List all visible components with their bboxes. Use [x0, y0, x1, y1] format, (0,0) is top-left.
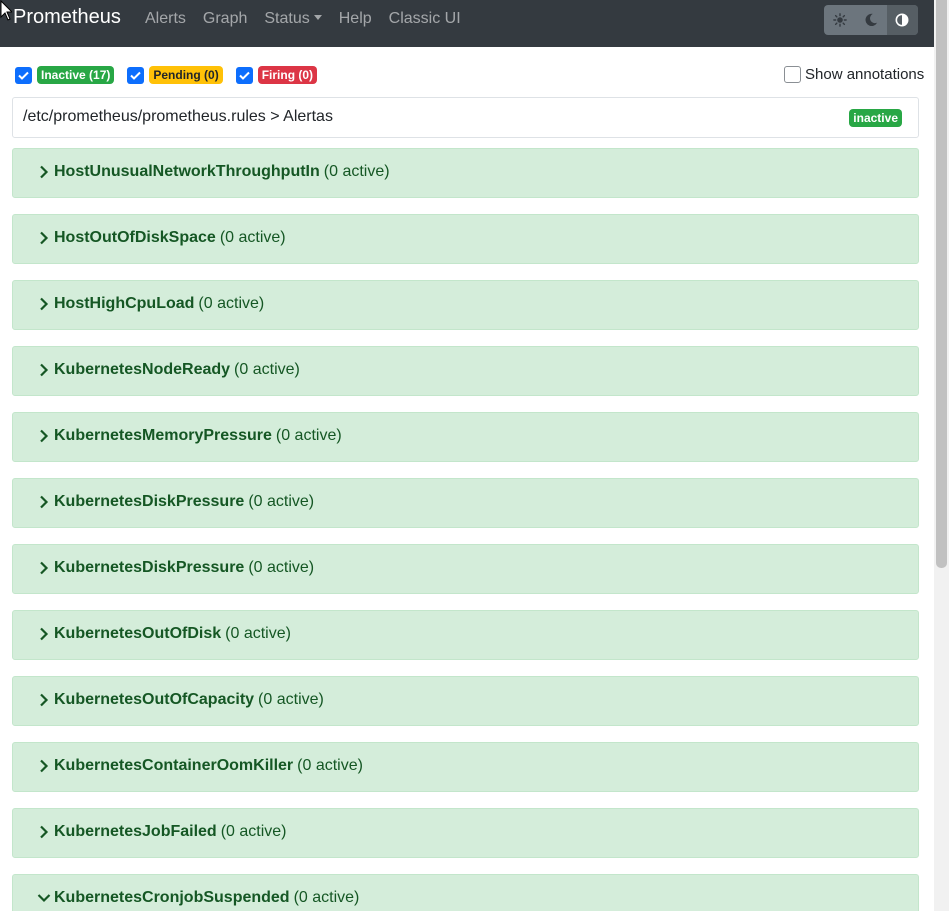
adjust-icon [895, 13, 909, 27]
alert-rule-row[interactable]: KubernetesCronjobSuspended (0 active) [12, 874, 919, 911]
theme-dark-button[interactable] [855, 5, 886, 35]
filter-pending[interactable]: Pending (0) [127, 66, 223, 84]
alert-rule-header[interactable]: KubernetesJobFailed (0 active) [37, 823, 287, 841]
theme-light-button[interactable] [824, 5, 855, 35]
nav-classic-ui-link[interactable]: Classic UI [389, 10, 461, 28]
alert-rule-active-count: (0 active) [220, 823, 287, 840]
alert-rule-active-count: (0 active) [225, 625, 291, 642]
alert-rule-header[interactable]: HostUnusualNetworkThroughputIn (0 active) [37, 163, 390, 181]
alert-rule-row[interactable]: KubernetesContainerOomKiller (0 active) [12, 742, 919, 792]
alert-rule-header[interactable]: KubernetesContainerOomKiller (0 active) [37, 757, 363, 775]
firing-checkbox[interactable] [235, 66, 253, 84]
inactive-badge: Inactive (17) [37, 66, 115, 84]
alert-rule-row[interactable]: KubernetesMemoryPressure (0 active) [12, 412, 919, 462]
alert-rule-row[interactable]: KubernetesDiskPressure (0 active) [12, 544, 919, 594]
alert-rule-header[interactable]: KubernetesOutOfDisk (0 active) [37, 625, 291, 643]
brand-link[interactable]: Prometheus [13, 6, 121, 29]
alert-rule-row[interactable]: KubernetesJobFailed (0 active) [12, 808, 919, 858]
state-filters: Inactive (17) Pending (0) Firing (0) [15, 66, 330, 84]
show-annotations-toggle[interactable]: Show annotations [784, 66, 924, 83]
pending-badge: Pending (0) [149, 66, 223, 84]
alert-rule-header[interactable]: KubernetesDiskPressure (0 active) [37, 559, 314, 577]
alert-rule-active-count: (0 active) [323, 163, 390, 180]
alert-rule-name: HostOutOfDiskSpace [54, 229, 216, 246]
theme-toggle-group [824, 5, 918, 35]
check-icon [18, 71, 29, 80]
alert-rule-name: KubernetesDiskPressure [54, 493, 245, 510]
alert-rule-name: KubernetesCronjobSuspended [54, 889, 290, 906]
filter-inactive[interactable]: Inactive (17) [15, 66, 115, 84]
firing-badge: Firing (0) [257, 66, 318, 84]
theme-auto-button[interactable] [886, 5, 918, 35]
chevron-right-icon [40, 165, 49, 179]
alert-rule-row[interactable]: HostOutOfDiskSpace (0 active) [12, 214, 919, 264]
alert-rule-header[interactable]: KubernetesMemoryPressure (0 active) [37, 427, 342, 445]
chevron-right-icon [40, 825, 49, 839]
alert-rule-name: HostUnusualNetworkThroughputIn [54, 163, 320, 180]
sun-icon [832, 13, 847, 27]
alert-rule-name: KubernetesOutOfDisk [54, 625, 222, 642]
alert-rule-header[interactable]: KubernetesNodeReady (0 active) [37, 361, 300, 379]
chevron-down-icon [37, 894, 51, 903]
filter-firing[interactable]: Firing (0) [235, 66, 318, 84]
alert-rule-row[interactable]: HostUnusualNetworkThroughputIn (0 active) [12, 148, 919, 198]
alert-rule-row[interactable]: KubernetesOutOfCapacity (0 active) [12, 676, 919, 726]
chevron-right-icon [40, 231, 49, 245]
nav-status-dropdown[interactable]: Status [264, 10, 322, 28]
nav-help-link[interactable]: Help [339, 10, 372, 28]
page-scrollbar-thumb[interactable] [936, 0, 947, 568]
top-navbar: Prometheus Alerts Graph Status Help Clas… [0, 0, 934, 47]
show-annotations-checkbox[interactable] [784, 66, 801, 83]
nav-links: Alerts Graph Status Help Classic UI [145, 10, 478, 28]
alert-rule-name: KubernetesDiskPressure [54, 559, 245, 576]
alert-rule-active-count: (0 active) [198, 295, 265, 312]
alert-rule-active-count: (0 active) [248, 493, 315, 510]
rule-file-header: /etc/prometheus/prometheus.rules > Alert… [12, 97, 919, 138]
alert-rule-header[interactable]: KubernetesOutOfCapacity (0 active) [37, 691, 324, 709]
alert-rule-active-count: (0 active) [258, 691, 324, 708]
chevron-right-icon [40, 363, 49, 377]
alert-rule-header[interactable]: KubernetesCronjobSuspended (0 active) [37, 889, 359, 907]
alert-rule-active-count: (0 active) [219, 229, 286, 246]
chevron-right-icon [40, 429, 49, 443]
alert-rule-name: KubernetesOutOfCapacity [54, 691, 255, 708]
alert-rule-header[interactable]: HostHighCpuLoad (0 active) [37, 295, 264, 313]
alert-rule-active-count: (0 active) [248, 559, 315, 576]
chevron-right-icon [40, 759, 49, 773]
alert-rule-header[interactable]: HostOutOfDiskSpace (0 active) [37, 229, 286, 247]
rule-file-path: /etc/prometheus/prometheus.rules > Alert… [23, 108, 333, 125]
alert-rule-row[interactable]: KubernetesOutOfDisk (0 active) [12, 610, 919, 660]
show-annotations-label: Show annotations [805, 66, 925, 83]
alert-rule-name: KubernetesJobFailed [54, 823, 217, 840]
chevron-right-icon [40, 561, 49, 575]
alert-rule-row[interactable]: KubernetesNodeReady (0 active) [12, 346, 919, 396]
inactive-checkbox[interactable] [15, 66, 32, 84]
alert-rule-row[interactable]: KubernetesDiskPressure (0 active) [12, 478, 919, 528]
alert-rule-name: HostHighCpuLoad [54, 295, 195, 312]
alert-rule-name: KubernetesNodeReady [54, 361, 231, 378]
check-icon [239, 71, 250, 80]
pending-checkbox[interactable] [127, 66, 145, 84]
alert-rule-row[interactable]: HostHighCpuLoad (0 active) [12, 280, 919, 330]
nav-alerts-link[interactable]: Alerts [145, 10, 186, 28]
nav-graph-link[interactable]: Graph [203, 10, 247, 28]
alert-rule-active-count: (0 active) [297, 757, 363, 774]
moon-icon [865, 13, 878, 27]
chevron-right-icon [40, 495, 49, 509]
nav-status-label: Status [264, 10, 310, 27]
alert-rule-active-count: (0 active) [293, 889, 360, 906]
alert-rule-name: KubernetesMemoryPressure [54, 427, 272, 444]
alert-rule-active-count: (0 active) [275, 427, 342, 444]
caret-down-icon [313, 15, 322, 20]
alert-rule-active-count: (0 active) [234, 361, 300, 378]
rule-file-state-badge: inactive [849, 109, 902, 127]
chevron-right-icon [40, 627, 49, 641]
check-icon [130, 71, 142, 80]
mouse-cursor-icon [0, 0, 12, 21]
chevron-right-icon [40, 693, 49, 707]
chevron-right-icon [40, 297, 49, 311]
alert-rule-name: KubernetesContainerOomKiller [54, 757, 294, 774]
alert-rule-header[interactable]: KubernetesDiskPressure (0 active) [37, 493, 314, 511]
